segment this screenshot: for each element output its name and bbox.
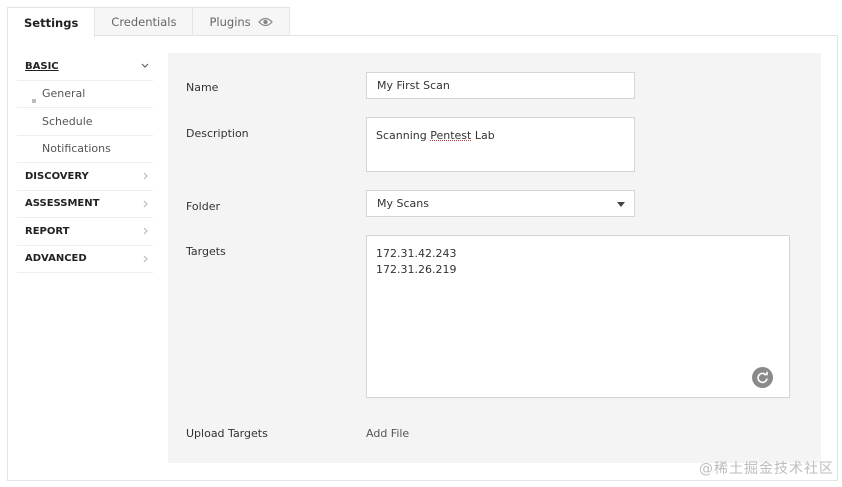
chevron-right-icon xyxy=(143,172,149,180)
sidebar-section-label: REPORT xyxy=(25,225,70,237)
tab-settings[interactable]: Settings xyxy=(7,7,96,37)
folder-select[interactable]: My Scans xyxy=(366,190,635,217)
sidebar-section-assessment[interactable]: ASSESSMENT xyxy=(17,191,153,218)
add-file-link[interactable]: Add File xyxy=(366,427,409,440)
chevron-right-icon xyxy=(143,200,149,208)
tab-label: Plugins xyxy=(209,15,251,29)
settings-sidebar: BASIC General Schedule Notifications DIS… xyxy=(17,53,153,273)
sidebar-section-advanced[interactable]: ADVANCED xyxy=(17,246,153,273)
target-line: 172.31.42.243 xyxy=(376,247,457,260)
basic-general-form: Name My First Scan Description Scanning … xyxy=(168,53,821,463)
caret-down-icon xyxy=(617,202,625,207)
tab-label: Credentials xyxy=(111,15,177,29)
sidebar-item-schedule[interactable]: Schedule xyxy=(17,108,153,136)
watermark: @稀土掘金技术社区 xyxy=(699,461,834,477)
description-field[interactable]: Scanning Pentest Lab xyxy=(366,117,635,172)
description-text: Scanning xyxy=(376,129,431,142)
sidebar-item-label: Schedule xyxy=(42,114,93,128)
name-value: My First Scan xyxy=(377,79,450,92)
targets-label: Targets xyxy=(186,245,226,258)
tab-credentials[interactable]: Credentials xyxy=(94,7,194,36)
folder-label: Folder xyxy=(186,200,220,213)
sidebar-item-notifications[interactable]: Notifications xyxy=(17,136,153,163)
name-label: Name xyxy=(186,81,219,94)
targets-field[interactable]: 172.31.42.243 172.31.26.219 xyxy=(366,235,790,398)
sidebar-section-label: DISCOVERY xyxy=(25,170,89,182)
sidebar-item-label: Notifications xyxy=(42,142,111,156)
description-misspelled-word: Pentest xyxy=(430,129,472,142)
description-label: Description xyxy=(186,127,249,140)
sidebar-item-general[interactable]: General xyxy=(17,81,153,108)
folder-value: My Scans xyxy=(377,197,429,210)
tab-label: Settings xyxy=(24,15,79,30)
upload-targets-label: Upload Targets xyxy=(186,427,268,440)
eye-icon xyxy=(257,17,273,27)
sidebar-section-label: ASSESSMENT xyxy=(25,198,100,210)
sidebar-item-label: General xyxy=(17,87,85,104)
sidebar-section-label: BASIC xyxy=(25,60,59,72)
sidebar-section-report[interactable]: REPORT xyxy=(17,218,153,246)
chevron-right-icon xyxy=(143,255,149,263)
scan-editor: Settings Credentials Plugins BASIC Gener… xyxy=(0,0,842,487)
chevron-right-icon xyxy=(143,227,149,235)
description-text: Lab xyxy=(471,129,495,142)
target-line: 172.31.26.219 xyxy=(376,263,457,276)
tab-bar: Settings Credentials Plugins xyxy=(7,7,290,37)
sidebar-section-discovery[interactable]: DISCOVERY xyxy=(17,163,153,191)
sidebar-section-label: ADVANCED xyxy=(25,253,87,265)
tab-plugins[interactable]: Plugins xyxy=(192,7,290,36)
name-field[interactable]: My First Scan xyxy=(366,72,635,99)
refresh-icon[interactable] xyxy=(752,367,773,388)
sidebar-section-basic[interactable]: BASIC xyxy=(17,53,153,81)
chevron-down-icon xyxy=(141,63,149,69)
